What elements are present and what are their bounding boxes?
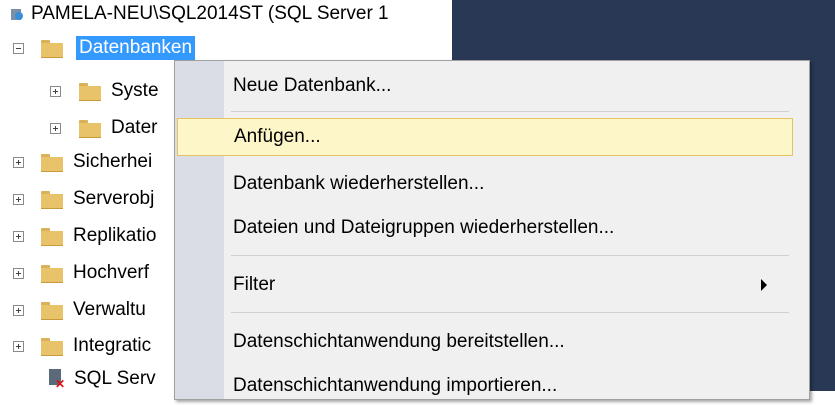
menu-item-filter[interactable]: Filter — [233, 266, 793, 304]
server-label: PAMELA-NEU\SQL2014ST (SQL Server 1 — [31, 3, 389, 24]
expand-icon[interactable] — [13, 156, 24, 168]
tree-node-label: Serverobj — [73, 188, 155, 209]
tree-node-integration-services[interactable]: Integratic — [13, 328, 151, 364]
folder-icon — [79, 119, 101, 138]
menu-separator — [231, 111, 789, 112]
menu-item-label: Filter — [233, 274, 276, 295]
menu-item-attach[interactable]: Anfügen... — [177, 118, 793, 156]
tree-node-label: Datenbanken — [76, 36, 196, 60]
tree-node-database-snapshots[interactable]: Dater — [50, 110, 157, 146]
menu-separator — [231, 312, 789, 313]
server-icon — [9, 7, 23, 21]
tree-node-high-availability[interactable]: Hochverf — [13, 255, 149, 291]
folder-icon — [41, 301, 63, 320]
tree-node-label: Verwaltu — [73, 299, 146, 320]
menu-item-new-database[interactable]: Neue Datenbank... — [233, 67, 391, 105]
context-menu: Neue Datenbank... Anfügen... Datenbank w… — [174, 60, 810, 400]
menu-item-label: Anfügen... — [234, 126, 321, 147]
tree-node-label: Sicherhei — [73, 151, 153, 172]
expand-icon[interactable] — [13, 230, 24, 242]
tree-node-label: Dater — [111, 117, 158, 138]
tree-node-label: Syste — [111, 80, 159, 101]
tree-node-management[interactable]: Verwaltu — [13, 292, 146, 328]
sql-agent-icon — [46, 367, 66, 391]
menu-item-label: Datenbank wiederherstellen... — [233, 173, 485, 194]
tree-node-replication[interactable]: Replikatio — [13, 218, 156, 254]
folder-icon — [41, 39, 63, 58]
tree-node-server[interactable]: PAMELA-NEU\SQL2014ST (SQL Server 1 — [9, 0, 389, 32]
tree-node-databases[interactable]: Datenbanken — [13, 30, 196, 66]
tree-node-label: Replikatio — [73, 225, 157, 246]
tree-node-label: Integratic — [73, 335, 152, 356]
tree-node-label: Hochverf — [73, 262, 150, 283]
folder-icon — [41, 153, 63, 172]
expand-icon[interactable] — [13, 267, 24, 279]
folder-icon — [41, 264, 63, 283]
menu-item-restore-files[interactable]: Dateien und Dateigruppen wiederherstelle… — [233, 209, 614, 247]
expand-icon[interactable] — [13, 340, 24, 352]
tree-node-label: SQL Serv — [74, 368, 156, 389]
menu-icon-gutter — [175, 61, 224, 399]
submenu-arrow-icon — [761, 279, 767, 291]
menu-separator — [231, 255, 789, 256]
menu-item-label: Neue Datenbank... — [233, 75, 392, 96]
expand-icon[interactable] — [50, 85, 61, 97]
menu-item-restore-database[interactable]: Datenbank wiederherstellen... — [233, 165, 484, 203]
menu-item-label: Datenschichtanwendung importieren... — [233, 375, 558, 396]
menu-item-import-data-tier[interactable]: Datenschichtanwendung importieren... — [233, 367, 557, 405]
folder-icon — [41, 227, 63, 246]
expand-icon[interactable] — [50, 122, 61, 134]
expand-icon[interactable] — [13, 193, 24, 205]
menu-item-label: Datenschichtanwendung bereitstellen... — [233, 331, 565, 352]
collapse-icon[interactable] — [13, 42, 24, 54]
tree-node-sql-agent[interactable]: SQL Serv — [46, 361, 156, 397]
tree-node-system-databases[interactable]: Syste — [50, 73, 159, 109]
folder-icon — [41, 190, 63, 209]
folder-icon — [79, 82, 101, 101]
tree-node-server-objects[interactable]: Serverobj — [13, 181, 154, 217]
tree-node-security[interactable]: Sicherhei — [13, 144, 152, 180]
folder-icon — [41, 337, 63, 356]
menu-item-label: Dateien und Dateigruppen wiederherstelle… — [233, 217, 615, 238]
expand-icon[interactable] — [13, 304, 24, 316]
menu-item-deploy-data-tier[interactable]: Datenschichtanwendung bereitstellen... — [233, 323, 565, 361]
